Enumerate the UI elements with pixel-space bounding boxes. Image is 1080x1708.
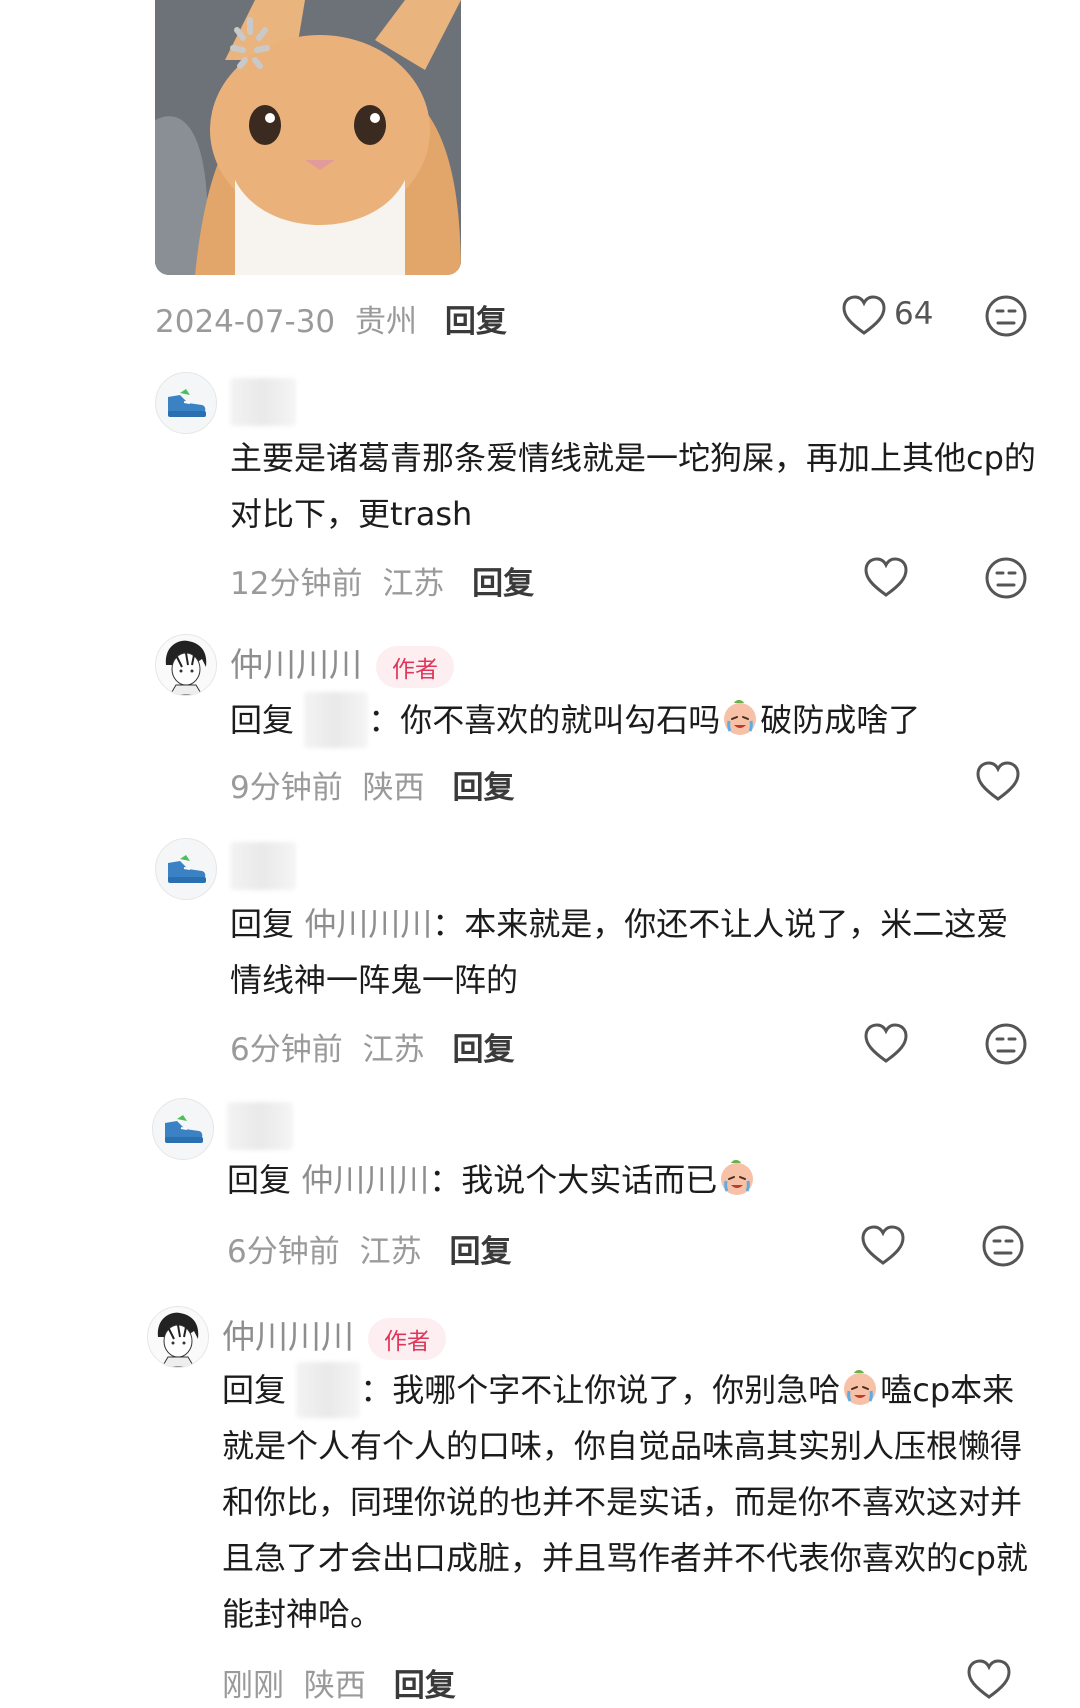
reply-prefix: 回复 (230, 905, 295, 943)
crying-face-emoji (717, 1157, 757, 1197)
reply-button[interactable]: 回复 (394, 1668, 456, 1704)
reply-button[interactable]: 回复 (449, 1234, 511, 1270)
like-button[interactable] (974, 758, 1022, 810)
manga-boy-avatar (148, 1307, 208, 1367)
green-sneaker-icon (156, 839, 216, 899)
avatar[interactable] (155, 372, 217, 434)
comment-time: 6分钟前 (230, 1032, 343, 1068)
username-blurred[interactable]: 阡陌 (230, 378, 296, 426)
like-button[interactable] (965, 1656, 1013, 1708)
dislike-button[interactable] (982, 1020, 1030, 1072)
comment-location: 陕西 (362, 770, 425, 806)
author-badge: 作者 (368, 1317, 446, 1360)
username-blurred[interactable]: 阡陌 (230, 842, 296, 890)
like-count: 64 (894, 296, 934, 332)
comment-time: 12分钟前 (230, 566, 363, 602)
reply-button[interactable]: 回复 (452, 770, 514, 806)
like-button[interactable] (862, 554, 910, 606)
comment-time: 6分钟前 (227, 1234, 340, 1270)
reply-prefix: 回复 (230, 701, 295, 739)
comment-time: 9分钟前 (230, 770, 343, 806)
comment-header: 仲川川川 作者 (230, 638, 454, 688)
crying-face-emoji (840, 1367, 880, 1407)
like-button[interactable] (862, 1020, 910, 1072)
comment-date: 2024-07-30 (155, 304, 336, 340)
author-badge: 作者 (376, 645, 454, 688)
like-button[interactable] (840, 292, 888, 344)
green-sneaker-icon (156, 373, 216, 433)
comment-meta: 12分钟前 江苏 回复 (230, 558, 534, 603)
colon: ： (368, 701, 401, 739)
manga-boy-avatar (156, 635, 216, 695)
colon: ： (432, 905, 465, 943)
dislike-button[interactable] (982, 292, 1030, 344)
comment-meta: 6分钟前 江苏 回复 (230, 1024, 514, 1069)
comment-header: 仲川川川 作者 (222, 1310, 446, 1360)
dislike-button[interactable] (982, 554, 1030, 606)
avatar[interactable] (147, 1306, 209, 1368)
heart-outline-icon (859, 1222, 907, 1270)
reply-prefix: 回复 (227, 1161, 292, 1199)
comment-text: 回复 仲川川川：我说个大实话而已 (227, 1152, 1037, 1208)
reply-button[interactable]: 回复 (452, 1032, 514, 1068)
meh-face-icon (982, 554, 1030, 602)
username[interactable]: 仲川川川 (230, 645, 362, 684)
comment-text: 主要是诸葛青那条爱情线就是一坨狗屎，再加上其他cp的对比下，更trash (230, 439, 1036, 533)
comment-location: 江苏 (382, 566, 445, 602)
reply-prefix: 回复 (222, 1371, 287, 1409)
meh-face-icon (982, 1020, 1030, 1068)
comment-meta: 2024-07-30 贵州 回复 (155, 296, 507, 341)
heart-outline-icon (965, 1656, 1013, 1704)
crying-face-emoji (720, 697, 760, 737)
comment-location: 江苏 (359, 1234, 422, 1270)
comment-location: 陕西 (303, 1668, 366, 1704)
comment-image-cat[interactable] (155, 0, 461, 275)
comment-meta: 刚刚 陕西 回复 (222, 1660, 456, 1705)
comment-meta: 6分钟前 江苏 回复 (227, 1226, 511, 1271)
comment-text: 回复 阡陌：你不喜欢的就叫勾石吗 破防成啥了 (230, 692, 1040, 748)
colon: ： (360, 1371, 393, 1409)
reply-to-username[interactable]: 仲川川川 (304, 905, 432, 943)
heart-outline-icon (974, 758, 1022, 806)
reply-button[interactable]: 回复 (445, 304, 507, 340)
heart-outline-icon (840, 292, 888, 340)
like-button[interactable] (859, 1222, 907, 1274)
comment-text: 回复 仲川川川：本来就是，你还不让人说了，米二这爱情线神一阵鬼一阵的 (230, 896, 1040, 1008)
reply-to-blurred[interactable]: 阡陌 (296, 1362, 361, 1418)
dislike-button[interactable] (979, 1222, 1027, 1274)
comment-time: 刚刚 (222, 1668, 284, 1704)
heart-outline-icon (862, 554, 910, 602)
comment-text: 回复 阡陌：我哪个字不让你说了，你别急哈嗑cp本来就是个人有个人的口味，你自觉品… (222, 1362, 1042, 1642)
comment-location: 江苏 (362, 1032, 425, 1068)
avatar[interactable] (155, 838, 217, 900)
meh-face-icon (982, 292, 1030, 340)
green-sneaker-icon (153, 1099, 213, 1159)
colon: ： (429, 1161, 462, 1199)
comment-body: 我哪个字不让你说了，你别急哈 (392, 1371, 841, 1409)
comment-body: 你不喜欢的就叫勾石吗 (400, 701, 721, 739)
reply-button[interactable]: 回复 (472, 566, 534, 602)
reply-to-username[interactable]: 仲川川川 (301, 1161, 429, 1199)
avatar[interactable] (155, 634, 217, 696)
comment-location: 贵州 (355, 304, 418, 340)
meh-face-icon (979, 1222, 1027, 1270)
username[interactable]: 仲川川川 (222, 1317, 354, 1356)
reply-to-blurred[interactable]: 阡陌 (304, 692, 369, 748)
heart-outline-icon (862, 1020, 910, 1068)
comment-body-cont: 破防成啥了 (760, 701, 921, 739)
username-blurred[interactable]: 阡陌 (227, 1102, 293, 1150)
comment-meta: 9分钟前 陕西 回复 (230, 762, 514, 807)
avatar[interactable] (152, 1098, 214, 1160)
comment-body: 我说个大实话而已 (461, 1161, 718, 1199)
